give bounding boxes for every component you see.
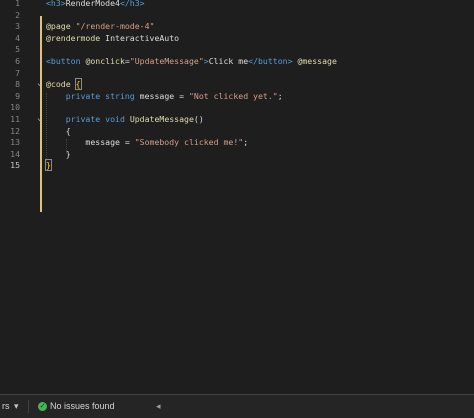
code-token: string [105,90,140,101]
code-token: "/render-mode-4" [75,21,155,32]
line-number: 7 [15,67,20,78]
code-text: <h3>RenderMode4</h3> [46,0,145,10]
code-text: private void UpdateMessage() [46,114,204,126]
status-separator [28,400,29,413]
code-line[interactable]: 4 @rendermode InteractiveAuto [0,33,474,45]
code-token: "Somebody clicked me!" [134,137,244,148]
fold-chevron-icon[interactable]: ⌄ [37,112,45,124]
line-number: 6 [15,56,20,66]
scroll-left-icon[interactable]: ◂ [156,400,161,412]
line-number: 10 [10,102,20,113]
code-text: { [46,126,71,138]
status-partial-label[interactable]: rs [2,400,10,412]
code-text: @rendermode InteractiveAuto [46,33,179,45]
status-bar: rs ▾ ✓ No issues found ◂ [0,394,474,418]
line-number: 14 [10,148,20,159]
code-line[interactable]: 13 message = "Somebody clicked me!"; [0,137,474,149]
line-number: 1 [15,0,20,8]
line-number: 3 [15,21,20,32]
code-token: "Not clicked yet." [188,90,278,101]
code-line[interactable]: 7 [0,68,474,80]
code-token: } [46,148,71,159]
code-token: @page [46,21,76,32]
code-token: } [45,159,52,172]
line-number: 13 [10,137,20,148]
code-editor[interactable]: 1 <h3>RenderMode4</h3> 2 3 @page "/render-mo… [0,0,474,394]
code-token: () [193,114,204,124]
code-text: message = "Somebody clicked me!"; [46,137,248,149]
code-token: "UpdateMessage" [129,56,204,66]
code-token: <h3> [46,0,66,8]
code-text: <button @onclick="UpdateMessage">Click m… [46,56,337,68]
code-line[interactable]: 5 [0,44,474,56]
code-text: private string message = "Not clicked ye… [46,91,283,103]
code-token: private [65,90,106,101]
code-token: { [74,78,82,91]
code-line[interactable]: 9 private string message = "Not clicked … [0,91,474,103]
code-text: @code { [46,78,82,91]
code-line[interactable]: 8 ⌄ @code { [0,77,474,91]
code-token: { [46,125,71,136]
check-circle-icon: ✓ [38,402,47,412]
code-line[interactable]: 2 [0,10,474,22]
chevron-down-icon[interactable]: ▾ [14,400,19,412]
code-token: @rendermode [46,32,106,43]
code-token: @code [46,79,76,90]
code-line[interactable]: 10 [0,102,474,114]
code-line[interactable]: 14 } [0,149,474,161]
code-line[interactable]: 12 { [0,126,474,138]
line-number: 9 [15,90,20,101]
code-token: message = [46,137,135,148]
line-number: 8 [15,79,20,90]
line-number: 4 [15,32,20,43]
code-line[interactable]: 11 ⌄ private void UpdateMessage() [0,112,474,126]
code-token: ; [277,90,283,101]
code-token: message = [139,90,189,101]
code-token: @message [297,56,337,66]
code-token: </h3> [119,0,145,8]
line-number: 12 [10,125,20,136]
code-token: InteractiveAuto [105,32,180,43]
code-token: </button> [248,56,293,66]
code-line[interactable]: 1 <h3>RenderMode4</h3> [0,0,474,10]
code-token: RenderMode4 [65,0,120,8]
code-token: ; [243,137,249,148]
code-token: void [105,114,130,124]
code-text: } [45,159,52,172]
line-number: 5 [15,44,20,55]
issues-indicator[interactable]: ✓ No issues found [38,400,115,412]
line-number: 11 [10,114,20,124]
code-line[interactable]: 6 <button @onclick="UpdateMessage">Click … [0,56,474,68]
code-token: <button [46,56,86,66]
code-text: } [46,149,71,161]
code-text: @page "/render-mode-4" [46,21,154,33]
code-token: Click me [208,56,249,66]
code-token: UpdateMessage [129,114,194,124]
code-token: @onclick [85,56,125,66]
code-line[interactable]: 15} [0,159,474,172]
line-number: 2 [15,9,20,20]
line-number: 15 [10,160,20,171]
issues-text: No issues found [50,401,115,411]
code-line[interactable]: 3 @page "/render-mode-4" [0,21,474,33]
fold-chevron-icon[interactable]: ⌄ [37,77,45,89]
code-token: private [65,114,106,124]
